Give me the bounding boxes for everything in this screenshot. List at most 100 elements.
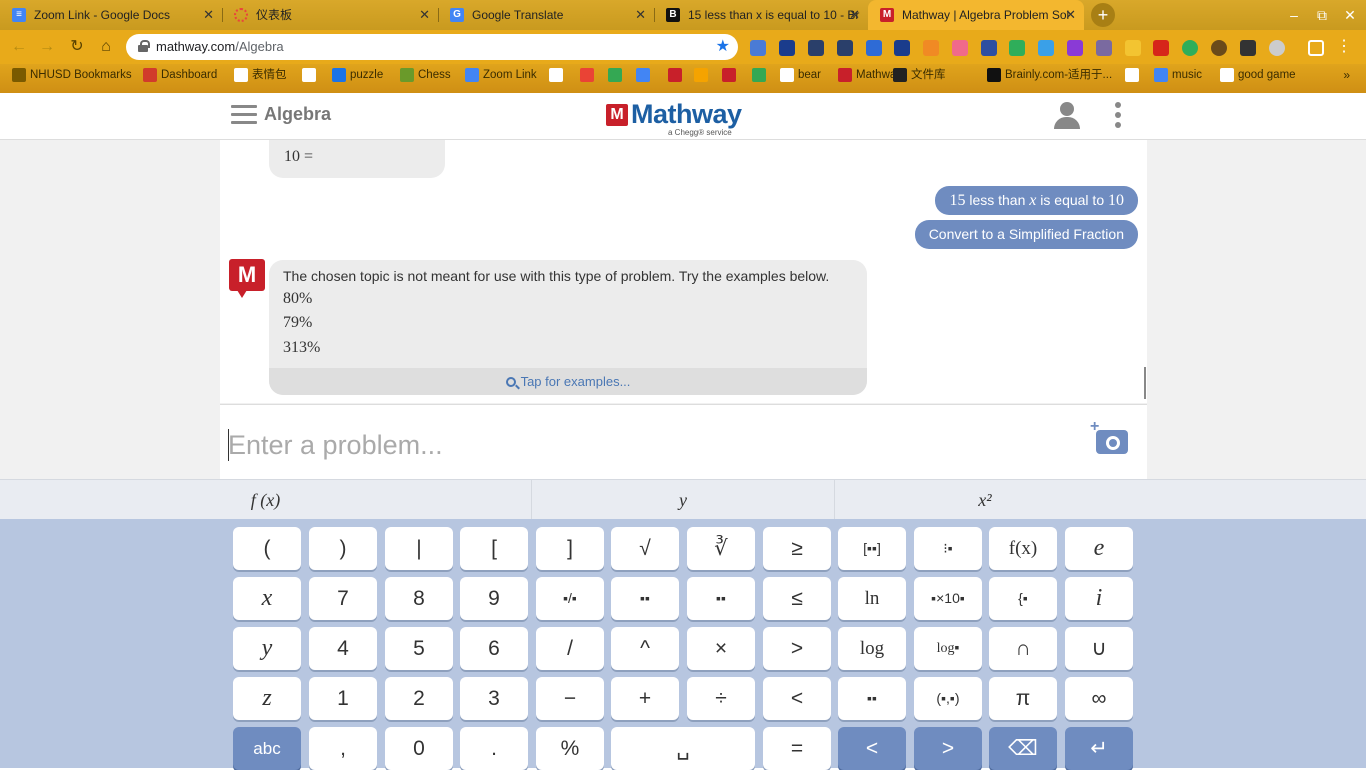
keyboard-key[interactable]: ▪×10▪ — [914, 577, 982, 620]
keyboard-key[interactable]: × — [687, 627, 755, 670]
example-item[interactable]: 80% — [283, 290, 312, 308]
more-options-icon[interactable] — [1115, 102, 1123, 130]
keyboard-key[interactable]: (▪,▪) — [914, 677, 982, 720]
bookmark-item[interactable]: good game — [1220, 64, 1296, 93]
user-account-icon[interactable] — [1052, 102, 1082, 130]
keyboard-key[interactable]: , — [309, 727, 377, 770]
extension-icon[interactable] — [1211, 40, 1227, 56]
extension-icon[interactable] — [952, 40, 968, 56]
chrome-menu-icon[interactable]: ⋮ — [1333, 36, 1355, 58]
extension-icon[interactable] — [1153, 40, 1169, 56]
keyboard-key[interactable]: 6 — [460, 627, 528, 670]
keyboard-key[interactable]: ⌫ — [989, 727, 1057, 770]
keyboard-key[interactable]: log — [838, 627, 906, 670]
bookmark-item[interactable]: 表情包 — [234, 64, 287, 93]
close-window-button[interactable]: ✕ — [1336, 0, 1364, 30]
extension-icon[interactable] — [837, 40, 853, 56]
bookmark-item[interactable]: NHUSD Bookmarks — [12, 64, 132, 93]
extension-icon[interactable] — [1038, 40, 1054, 56]
close-tab-icon[interactable]: ✕ — [635, 0, 646, 30]
keyboard-tab-functions[interactable]: f (x) — [0, 480, 532, 520]
extension-icon[interactable] — [1125, 40, 1141, 56]
keyboard-key[interactable]: ln — [838, 577, 906, 620]
keyboard-key[interactable]: ∞ — [1065, 677, 1133, 720]
bookmark-star-icon[interactable]: ★ — [716, 34, 730, 60]
chat-scrollbar[interactable] — [1144, 367, 1146, 399]
extension-icon[interactable] — [1182, 40, 1198, 56]
extension-icon[interactable] — [1009, 40, 1025, 56]
bookmark-item[interactable] — [549, 64, 567, 93]
bookmark-item[interactable]: 文件库 — [893, 64, 946, 93]
bookmark-item[interactable] — [302, 64, 320, 93]
bookmark-item[interactable]: Brainly.com-适用于... — [987, 64, 1112, 93]
bookmark-item[interactable] — [668, 64, 686, 93]
maximize-button[interactable]: ⧉ — [1308, 0, 1336, 30]
bookmarks-overflow-icon[interactable]: » — [1343, 64, 1350, 86]
extension-icon[interactable] — [779, 40, 795, 56]
keyboard-key[interactable]: e — [1065, 527, 1133, 570]
keyboard-key[interactable]: − — [536, 677, 604, 720]
back-arrow-icon[interactable]: ← — [8, 36, 30, 58]
bookmark-item[interactable] — [1125, 64, 1143, 93]
extension-icon[interactable] — [866, 40, 882, 56]
forward-arrow-icon[interactable]: → — [36, 36, 58, 58]
keyboard-key[interactable]: / — [536, 627, 604, 670]
example-item[interactable]: 79% — [283, 314, 312, 332]
extension-icon[interactable] — [894, 40, 910, 56]
example-item[interactable]: 313% — [283, 339, 320, 357]
extension-icon[interactable] — [1096, 40, 1112, 56]
keyboard-key[interactable]: ▪▪ — [687, 577, 755, 620]
bookmark-item[interactable]: bear — [780, 64, 821, 93]
keyboard-key[interactable]: [ — [460, 527, 528, 570]
close-tab-icon[interactable]: ✕ — [849, 0, 860, 30]
cast-icon[interactable] — [1308, 40, 1324, 56]
keyboard-key[interactable]: 0 — [385, 727, 453, 770]
keyboard-key[interactable]: . — [460, 727, 528, 770]
keyboard-key[interactable]: % — [536, 727, 604, 770]
address-bar[interactable]: mathway.com/Algebra ★ — [126, 34, 738, 60]
keyboard-key[interactable]: > — [763, 627, 831, 670]
keyboard-key[interactable]: 7 — [309, 577, 377, 620]
keyboard-key[interactable]: ≤ — [763, 577, 831, 620]
tap-for-examples-button[interactable]: Tap for examples... — [269, 368, 867, 395]
mathway-logo[interactable]: M Mathway a Chegg® service — [606, 99, 766, 139]
extension-icon[interactable] — [1067, 40, 1083, 56]
keyboard-tab-variables[interactable]: y — [532, 480, 835, 520]
bookmark-item[interactable] — [694, 64, 712, 93]
keyboard-key[interactable]: + — [611, 677, 679, 720]
bookmark-item[interactable] — [580, 64, 598, 93]
keyboard-key[interactable]: ) — [309, 527, 377, 570]
keyboard-key[interactable]: ∩ — [989, 627, 1057, 670]
close-tab-icon[interactable]: ✕ — [419, 0, 430, 30]
problem-input[interactable] — [228, 425, 1078, 465]
keyboard-key[interactable]: [▪▪] — [838, 527, 906, 570]
extension-icon[interactable] — [981, 40, 997, 56]
browser-tab-google-docs[interactable]: ≡ Zoom Link - Google Docs ✕ — [0, 0, 222, 30]
keyboard-key[interactable]: {▪ — [989, 577, 1057, 620]
browser-tab-brainly[interactable]: B 15 less than x is equal to 10 - Br ✕ — [654, 0, 868, 30]
keyboard-key[interactable]: y — [233, 627, 301, 670]
extension-icon[interactable] — [808, 40, 824, 56]
minimize-button[interactable]: – — [1280, 0, 1308, 30]
home-icon[interactable]: ⌂ — [95, 36, 117, 58]
keyboard-key[interactable]: ] — [536, 527, 604, 570]
keyboard-key[interactable]: π — [989, 677, 1057, 720]
keyboard-key[interactable]: ^ — [611, 627, 679, 670]
keyboard-key[interactable]: > — [914, 727, 982, 770]
keyboard-key[interactable]: ␣ — [611, 727, 755, 770]
keyboard-key[interactable]: 2 — [385, 677, 453, 720]
keyboard-key[interactable]: abc — [233, 727, 301, 770]
keyboard-key[interactable]: ▪▪ — [611, 577, 679, 620]
extension-icon[interactable] — [1269, 40, 1285, 56]
close-tab-icon[interactable]: ✕ — [203, 0, 214, 30]
keyboard-tab-exponents[interactable]: x² — [835, 480, 1135, 520]
user-problem-bubble[interactable]: 15 less than x is equal to 10 — [935, 186, 1138, 215]
selected-topic-bubble[interactable]: Convert to a Simplified Fraction — [914, 220, 1138, 249]
keyboard-key[interactable]: ( — [233, 527, 301, 570]
keyboard-key[interactable]: | — [385, 527, 453, 570]
extension-icon[interactable] — [1240, 40, 1256, 56]
keyboard-key[interactable]: ≥ — [763, 527, 831, 570]
close-tab-icon[interactable]: ✕ — [1065, 0, 1076, 30]
keyboard-key[interactable]: log▪ — [914, 627, 982, 670]
keyboard-key[interactable]: 8 — [385, 577, 453, 620]
